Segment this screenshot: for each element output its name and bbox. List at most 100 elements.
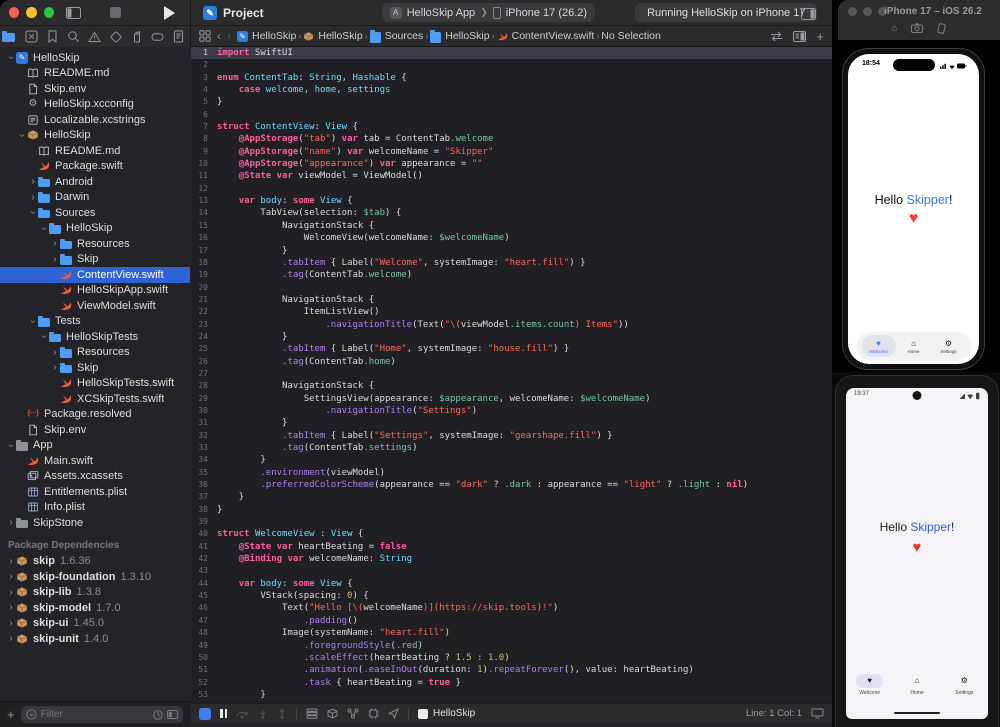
running-target-chip[interactable]: HelloSkip <box>418 708 475 719</box>
project-navigator-icon[interactable] <box>4 31 17 42</box>
find-icon[interactable] <box>67 30 80 43</box>
simulator-traffic-lights[interactable] <box>848 7 887 16</box>
disclosure-chevron-icon[interactable]: › <box>6 517 16 528</box>
source-control-icon[interactable] <box>25 30 38 43</box>
close-window-button[interactable] <box>9 7 19 18</box>
related-items-button[interactable] <box>199 30 211 42</box>
greeting-name-link[interactable]: Skipper <box>907 193 949 207</box>
ios-tab-home[interactable]: ⌂Home <box>897 335 931 357</box>
disclosure-chevron-icon[interactable]: › <box>50 362 60 373</box>
tests-icon[interactable] <box>109 31 122 43</box>
issues-icon[interactable] <box>88 31 101 43</box>
recent-icon[interactable] <box>153 710 163 720</box>
breadcrumb-item-sources[interactable]: Sources <box>370 30 424 43</box>
step-over-button[interactable] <box>236 709 249 719</box>
dependency-item-skip-model[interactable]: ›skip-model1.7.0 <box>0 600 190 616</box>
disclosure-chevron-icon[interactable]: › <box>6 53 17 63</box>
code-editor[interactable]: 1import SwiftUI23enum ContentTab: String… <box>191 47 832 703</box>
disclosure-chevron-icon[interactable]: › <box>50 254 60 265</box>
disclosure-chevron-icon[interactable]: › <box>6 571 16 582</box>
disclosure-chevron-icon[interactable]: › <box>17 130 28 140</box>
android-screen[interactable]: 19:37 Hello Skipper! ♥ ♥Welcome⌂Home⚙Set… <box>846 388 988 719</box>
scope-icon[interactable] <box>167 710 178 719</box>
tree-item-helloskiptests[interactable]: ›HelloSkipTests <box>0 329 190 345</box>
disclosure-chevron-icon[interactable]: › <box>50 238 60 249</box>
code-review-button[interactable] <box>770 31 783 42</box>
tree-item-main-swift[interactable]: ›Main.swift <box>0 453 190 469</box>
tree-item-helloskip[interactable]: ›✎HelloSkip <box>0 50 190 66</box>
tree-item-entitlements-plist[interactable]: ›Entitlements.plist <box>0 484 190 500</box>
add-button[interactable]: + <box>7 707 15 722</box>
tree-item-helloskip[interactable]: ›HelloSkip <box>0 221 190 237</box>
screenshot-button[interactable] <box>911 23 923 34</box>
bookmarks-icon[interactable] <box>46 30 59 43</box>
dependency-item-skip-ui[interactable]: ›skip-ui1.45.0 <box>0 616 190 632</box>
tree-item-readme-md[interactable]: ›README.md <box>0 66 190 82</box>
tree-item-helloskiptests-swift[interactable]: ›HelloSkipTests.swift <box>0 376 190 392</box>
tree-item-package-swift[interactable]: ›Package.swift <box>0 159 190 175</box>
home-button[interactable]: ⌂ <box>891 23 897 34</box>
disclosure-chevron-icon[interactable]: › <box>6 587 16 598</box>
tree-item-sources[interactable]: ›Sources <box>0 205 190 221</box>
run-button[interactable] <box>157 3 181 23</box>
tree-item-helloskip[interactable]: ›HelloSkip <box>0 128 190 144</box>
disclosure-chevron-icon[interactable]: › <box>39 332 50 342</box>
breadcrumb-item-helloskip[interactable]: HelloSkip <box>430 30 489 43</box>
stop-button[interactable] <box>103 3 127 23</box>
iphone-screen[interactable]: 18:54 Hello Skipper! ♥ ♥Welcome⌂Home⚙Set… <box>848 54 979 364</box>
tree-item-skip-env[interactable]: ›Skip.env <box>0 81 190 97</box>
disclosure-chevron-icon[interactable]: › <box>28 192 38 203</box>
tree-item-resources[interactable]: ›Resources <box>0 236 190 252</box>
android-tab-welcome[interactable]: ♥Welcome <box>846 667 893 703</box>
disclosure-chevron-icon[interactable]: › <box>39 223 50 233</box>
disclosure-chevron-icon[interactable]: › <box>6 633 16 644</box>
view-hierarchy-button[interactable] <box>306 708 318 719</box>
device-icon[interactable] <box>811 708 824 719</box>
editor-options-button[interactable] <box>793 31 806 42</box>
tree-item-info-plist[interactable]: ›Info.plist <box>0 500 190 516</box>
disclosure-chevron-icon[interactable]: › <box>28 316 39 326</box>
greeting-name-link[interactable]: Skipper <box>910 520 951 534</box>
breakpoints-icon[interactable] <box>151 32 164 42</box>
breakpoints-toggle-button[interactable] <box>199 708 211 720</box>
tree-item-tests[interactable]: ›Tests <box>0 314 190 330</box>
zoom-window-button[interactable] <box>44 7 54 18</box>
android-tab-settings[interactable]: ⚙Settings <box>941 667 988 703</box>
android-tab-home[interactable]: ⌂Home <box>893 667 940 703</box>
tree-item-helloskip-xcconfig[interactable]: ›⚙HelloSkip.xcconfig <box>0 97 190 113</box>
tree-item-darwin[interactable]: ›Darwin <box>0 190 190 206</box>
breadcrumb-item-helloskip[interactable]: ✎HelloSkip <box>237 30 296 42</box>
ios-tab-welcome[interactable]: ♥Welcome <box>862 335 896 357</box>
tree-item-contentview-swift[interactable]: ›ContentView.swift <box>0 267 190 283</box>
gesture-handle[interactable] <box>894 712 940 715</box>
tree-item-app[interactable]: ›App <box>0 438 190 454</box>
step-into-button[interactable] <box>258 709 268 719</box>
disclosure-chevron-icon[interactable]: › <box>6 440 17 450</box>
scheme-selector[interactable]: A HelloSkip App ❯ iPhone 17 (26.2) <box>382 3 595 22</box>
tree-item-package-resolved[interactable]: ›{⋯}Package.resolved <box>0 407 190 423</box>
tree-item-skipstone[interactable]: ›SkipStone <box>0 515 190 531</box>
pause-button[interactable] <box>220 709 227 718</box>
gpu-button[interactable] <box>368 708 379 719</box>
add-editor-button[interactable]: + <box>816 29 824 44</box>
tree-item-localizable-xcstrings[interactable]: ›Localizable.xcstrings <box>0 112 190 128</box>
memory-graph-button[interactable] <box>327 708 338 719</box>
forward-button[interactable]: › <box>227 29 231 43</box>
back-button[interactable]: ‹ <box>217 29 221 43</box>
tree-item-viewmodel-swift[interactable]: ›ViewModel.swift <box>0 298 190 314</box>
dependency-item-skip[interactable]: ›skip1.6.36 <box>0 554 190 570</box>
debug-icon[interactable] <box>130 30 143 43</box>
rotate-button[interactable] <box>936 23 947 34</box>
breadcrumb-item-helloskip[interactable]: HelloSkip <box>303 30 362 42</box>
disclosure-chevron-icon[interactable]: › <box>28 208 39 218</box>
tree-item-skip[interactable]: ›Skip <box>0 252 190 268</box>
disclosure-chevron-icon[interactable]: › <box>6 556 16 567</box>
minimize-window-button[interactable] <box>26 7 36 18</box>
disclosure-chevron-icon[interactable]: › <box>50 347 60 358</box>
disclosure-chevron-icon[interactable]: › <box>6 602 16 613</box>
location-button[interactable] <box>388 708 399 719</box>
tree-item-resources[interactable]: ›Resources <box>0 345 190 361</box>
tree-item-assets-xcassets[interactable]: ›Assets.xcassets <box>0 469 190 485</box>
toggle-left-sidebar-button[interactable] <box>61 3 85 23</box>
step-out-button[interactable] <box>277 709 287 719</box>
